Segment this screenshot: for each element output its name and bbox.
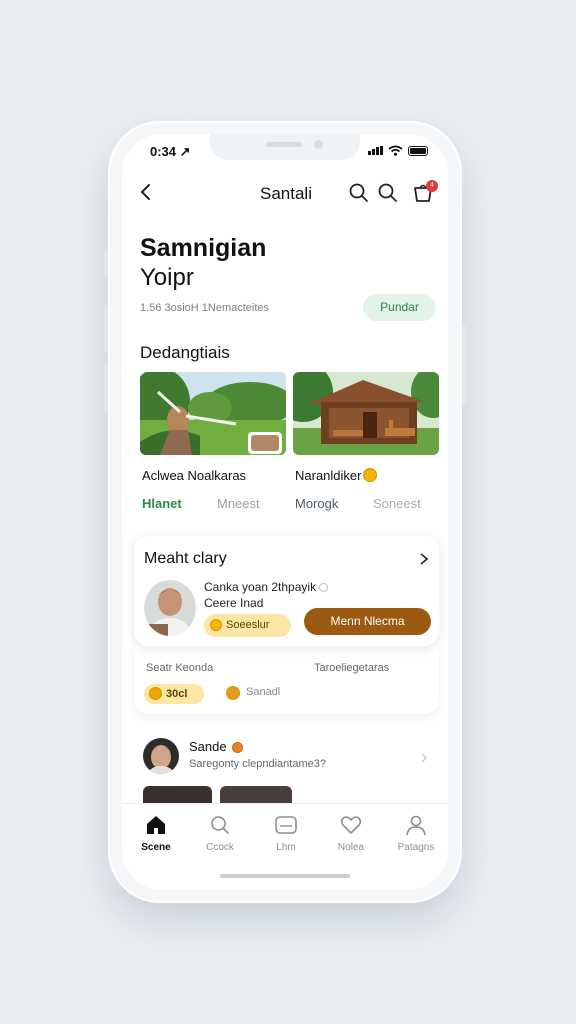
home-icon [147,816,165,834]
coin-icon [232,742,244,753]
back-arrow-icon[interactable] [136,182,156,202]
chevron-right-icon[interactable] [420,752,428,764]
phone-power-button [462,325,466,405]
notch [210,134,360,160]
app-screen: 0:34 ↗ Santali 4 Samnigian Yoipr 1.56 3o… [122,134,448,890]
verified-icon [319,583,329,592]
tab-profile[interactable]: Patagns [386,814,446,853]
top-bar: Santali 4 [122,178,448,208]
host-card-title: Meaht clary [144,550,227,567]
coin-icon [226,686,240,700]
coin-chip-secondary[interactable]: Sanadl [226,686,280,700]
coin-icon [363,468,378,482]
primary-cta-button[interactable]: Menn Nlecma [304,608,431,635]
coin-icon [210,619,222,631]
home-indicator[interactable] [220,874,350,878]
heart-icon [340,816,362,834]
chevron-right-icon[interactable] [419,552,429,566]
tab-home[interactable]: Scene [126,814,186,853]
app-title: Santali [260,184,312,203]
feed-name: Sande [189,739,244,754]
host-name: Canka yoan 2thpayik [204,580,329,594]
host-role: Ceere Inad [204,596,264,610]
phone-volume-down [104,365,108,413]
coin-icon [149,687,162,700]
feed-subtitle: Saregonty clepndiantame3? [189,758,326,770]
summary-label-right: Taroeliegetaras [314,662,390,674]
tab-favorites[interactable]: Nolea [321,814,381,853]
coin-chip[interactable]: 30cl [144,684,204,704]
search-icon [211,816,229,834]
status-pill[interactable]: Pundar [363,294,436,321]
page-title: Samnigian [140,234,267,262]
page-subtitle: Yoipr [140,264,194,291]
page-meta: 1.56 3osioH 1Nemacteites [140,302,270,314]
summary-label-left: Seatr Keonda [146,662,214,674]
profile-icon [406,815,426,836]
destination-tag-1b: Mneest [217,496,260,511]
destination-tag-1: Hlanet [142,496,182,511]
host-badge: Soeeslur [204,614,291,637]
destination-name-1: Aclwea Noalkaras [142,468,247,483]
search-icon[interactable] [377,182,399,204]
destination-image-1[interactable] [140,372,286,455]
tab-search[interactable]: Ccock [190,814,250,853]
wifi-icon [388,145,403,156]
signal-icon [368,146,383,155]
phone-side-button [104,250,108,276]
destination-tag-2b: Soneest [373,496,421,511]
tab-messages[interactable]: Lhm [256,814,316,853]
battery-icon [408,145,428,156]
search-icon[interactable] [348,182,370,204]
cart-badge: 4 [426,180,438,192]
host-card[interactable]: Meaht clary Canka yoan 2thpayik Ceere In… [134,536,439,646]
destination-image-2[interactable] [293,372,439,455]
avatar [144,580,196,636]
status-icons [368,145,428,156]
feed-avatar[interactable] [143,738,179,774]
chat-icon [275,816,297,834]
bottom-tab-bar: Scene Ccock Lhm Nolea Patagns [122,803,448,867]
status-time: 0:34 ↗ [150,144,191,159]
destination-name-2: Naranldiker [295,468,378,483]
destination-tag-2: Morogk [295,496,339,511]
phone-volume-up [104,305,108,353]
summary-panel: Seatr Keonda Taroeliegetaras 30cl Sanadl [134,644,439,714]
section-title: Dedangtiais [140,343,230,362]
